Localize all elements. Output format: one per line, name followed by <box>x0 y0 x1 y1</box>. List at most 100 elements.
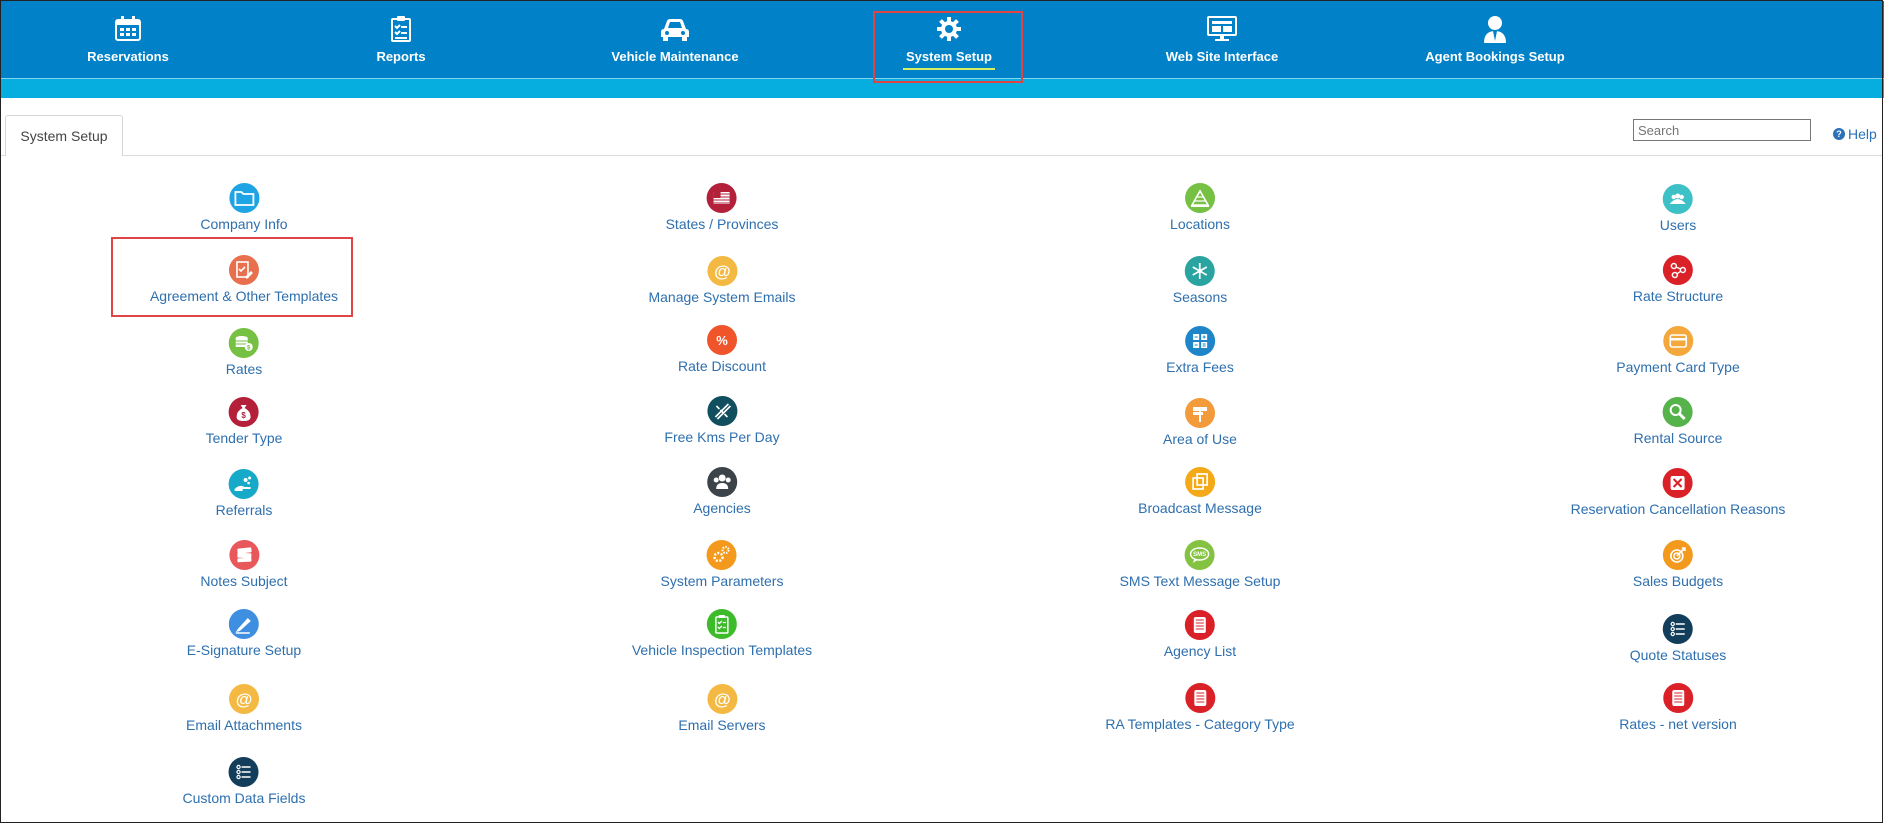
flag-icon <box>706 183 737 213</box>
setup-item-label: Locations <box>1170 216 1230 232</box>
setup-item-extra-fees[interactable]: Extra Fees <box>1166 326 1234 375</box>
setup-item-label: Rate Discount <box>678 358 766 374</box>
setup-item-rate-discount[interactable]: % Rate Discount <box>678 325 766 374</box>
nav-label: Vehicle Maintenance <box>611 49 739 64</box>
setup-item-e-signature-setup[interactable]: E-Signature Setup <box>187 609 301 658</box>
svg-text:SMS: SMS <box>1193 552 1206 558</box>
setup-item-label: Rate Structure <box>1632 288 1724 304</box>
coins-icon: $ <box>228 328 259 358</box>
percent-icon: % <box>707 325 737 355</box>
setup-item-email-attachments[interactable]: @ Email Attachments <box>186 684 302 733</box>
setup-item-payment-card-type[interactable]: Payment Card Type <box>1616 326 1740 375</box>
nav-reservations[interactable]: Reservations <box>48 1 208 78</box>
document-icon <box>1185 610 1215 640</box>
setup-item-rates[interactable]: $ Rates <box>225 328 263 377</box>
setup-item-quote-statuses[interactable]: Quote Statuses <box>1630 614 1726 663</box>
help-link[interactable]: ? Help <box>1833 126 1877 142</box>
folder-icon <box>228 183 259 213</box>
at-icon: @ <box>707 256 737 286</box>
setup-item-custom-data-fields[interactable]: Custom Data Fields <box>182 757 306 806</box>
setup-item-users[interactable]: Users <box>1659 184 1697 233</box>
list-icon <box>229 757 259 787</box>
checklist-icon <box>390 16 412 42</box>
nav-agent-bookings-setup[interactable]: Agent Bookings Setup <box>1415 1 1575 78</box>
setup-item-label: Agencies <box>693 500 751 516</box>
search-input[interactable] <box>1633 119 1811 141</box>
gears-icon <box>707 540 737 570</box>
setup-item-rate-structure[interactable]: Rate Structure <box>1633 255 1723 304</box>
nav-label: Reports <box>376 49 426 64</box>
people-icon <box>707 467 737 497</box>
tab-divider <box>1 155 1882 156</box>
setup-item-referrals[interactable]: Referrals <box>215 469 273 518</box>
setup-item-label: Referrals <box>215 502 273 518</box>
setup-item-label: Seasons <box>1172 289 1228 305</box>
agent-icon <box>1483 16 1507 43</box>
nav-vehicle-maintenance[interactable]: Vehicle Maintenance <box>595 1 755 78</box>
setup-item-label: Users <box>1659 217 1697 233</box>
nav-reports[interactable]: Reports <box>341 1 461 78</box>
setup-item-notes-subject[interactable]: Notes Subject <box>200 540 288 589</box>
nav-web-site-interface[interactable]: Web Site Interface <box>1142 1 1302 78</box>
setup-item-label: Manage System Emails <box>648 289 796 305</box>
setup-item-system-parameters[interactable]: System Parameters <box>660 540 784 589</box>
setup-item-email-servers[interactable]: @ Email Servers <box>678 684 766 733</box>
nav-label: Reservations <box>87 49 169 64</box>
setup-item-label: RA Templates - Category Type <box>1105 716 1295 732</box>
setup-item-label: Custom Data Fields <box>182 790 306 806</box>
highlight-box <box>111 237 353 317</box>
setup-item-label: Rates - net version <box>1619 716 1737 732</box>
setup-item-label: System Parameters <box>660 573 784 589</box>
setup-item-sms-text-message-setup[interactable]: SMS SMS Text Message Setup <box>1119 540 1281 589</box>
hand-icon <box>228 469 259 499</box>
setup-item-label: Agency List <box>1163 643 1237 659</box>
list-icon <box>1662 614 1693 644</box>
setup-item-states-provinces[interactable]: States / Provinces <box>666 183 778 232</box>
car-icon <box>660 16 690 42</box>
setup-item-label: SMS Text Message Setup <box>1119 573 1281 589</box>
setup-item-rental-source[interactable]: Rental Source <box>1633 397 1723 446</box>
setup-item-rates-net-version[interactable]: Rates - net version <box>1619 683 1737 732</box>
pen-icon <box>229 609 259 639</box>
setup-item-seasons[interactable]: Seasons <box>1173 256 1227 305</box>
setup-item-label: Rental Source <box>1633 430 1723 446</box>
setup-item-tender-type[interactable]: $ Tender Type <box>206 397 282 446</box>
setup-item-manage-system-emails[interactable]: @ Manage System Emails <box>648 256 796 305</box>
setup-item-label: Area of Use <box>1163 431 1237 447</box>
users-icon <box>1663 184 1693 214</box>
sms-icon: SMS <box>1184 540 1215 570</box>
setup-item-free-kms-per-day[interactable]: Free Kms Per Day <box>664 396 780 445</box>
signpost-icon <box>1185 398 1215 428</box>
setup-item-vehicle-inspection-templates[interactable]: Vehicle Inspection Templates <box>632 609 812 658</box>
setup-item-company-info[interactable]: Company Info <box>200 183 288 232</box>
svg-text:$: $ <box>242 411 247 420</box>
setup-item-label: Payment Card Type <box>1616 359 1740 375</box>
target-icon <box>1662 540 1693 570</box>
at-icon: @ <box>229 684 259 714</box>
monitor-icon <box>1207 16 1237 42</box>
calculator-icon <box>1184 326 1215 356</box>
setup-item-ra-templates-category-type[interactable]: RA Templates - Category Type <box>1105 683 1295 732</box>
setup-item-reservation-cancellation-reasons[interactable]: Reservation Cancellation Reasons <box>1571 468 1785 517</box>
setup-item-locations[interactable]: Locations <box>1170 183 1230 232</box>
setup-item-area-of-use[interactable]: Area of Use <box>1163 398 1237 447</box>
tab-system-setup[interactable]: System Setup <box>5 115 123 156</box>
setup-item-label: Rates <box>225 361 263 377</box>
setup-item-agency-list[interactable]: Agency List <box>1164 610 1236 659</box>
document-icon <box>1663 683 1693 713</box>
copy-icon <box>1184 467 1215 497</box>
building-icon <box>1185 183 1215 213</box>
setup-item-label: Extra Fees <box>1166 359 1234 375</box>
svg-text:@: @ <box>236 690 253 709</box>
clipboard-icon <box>707 609 737 639</box>
setup-item-label: Broadcast Message <box>1138 500 1262 516</box>
document-icon <box>1184 683 1215 713</box>
nav-label: Agent Bookings Setup <box>1425 49 1565 64</box>
tab-label: System Setup <box>20 128 108 144</box>
setup-item-agencies[interactable]: Agencies <box>693 467 751 516</box>
setup-item-broadcast-message[interactable]: Broadcast Message <box>1138 467 1262 516</box>
notes-icon <box>228 540 259 570</box>
setup-item-sales-budgets[interactable]: Sales Budgets <box>1633 540 1723 589</box>
help-label: Help <box>1848 126 1877 142</box>
nodes-icon <box>1662 255 1693 285</box>
